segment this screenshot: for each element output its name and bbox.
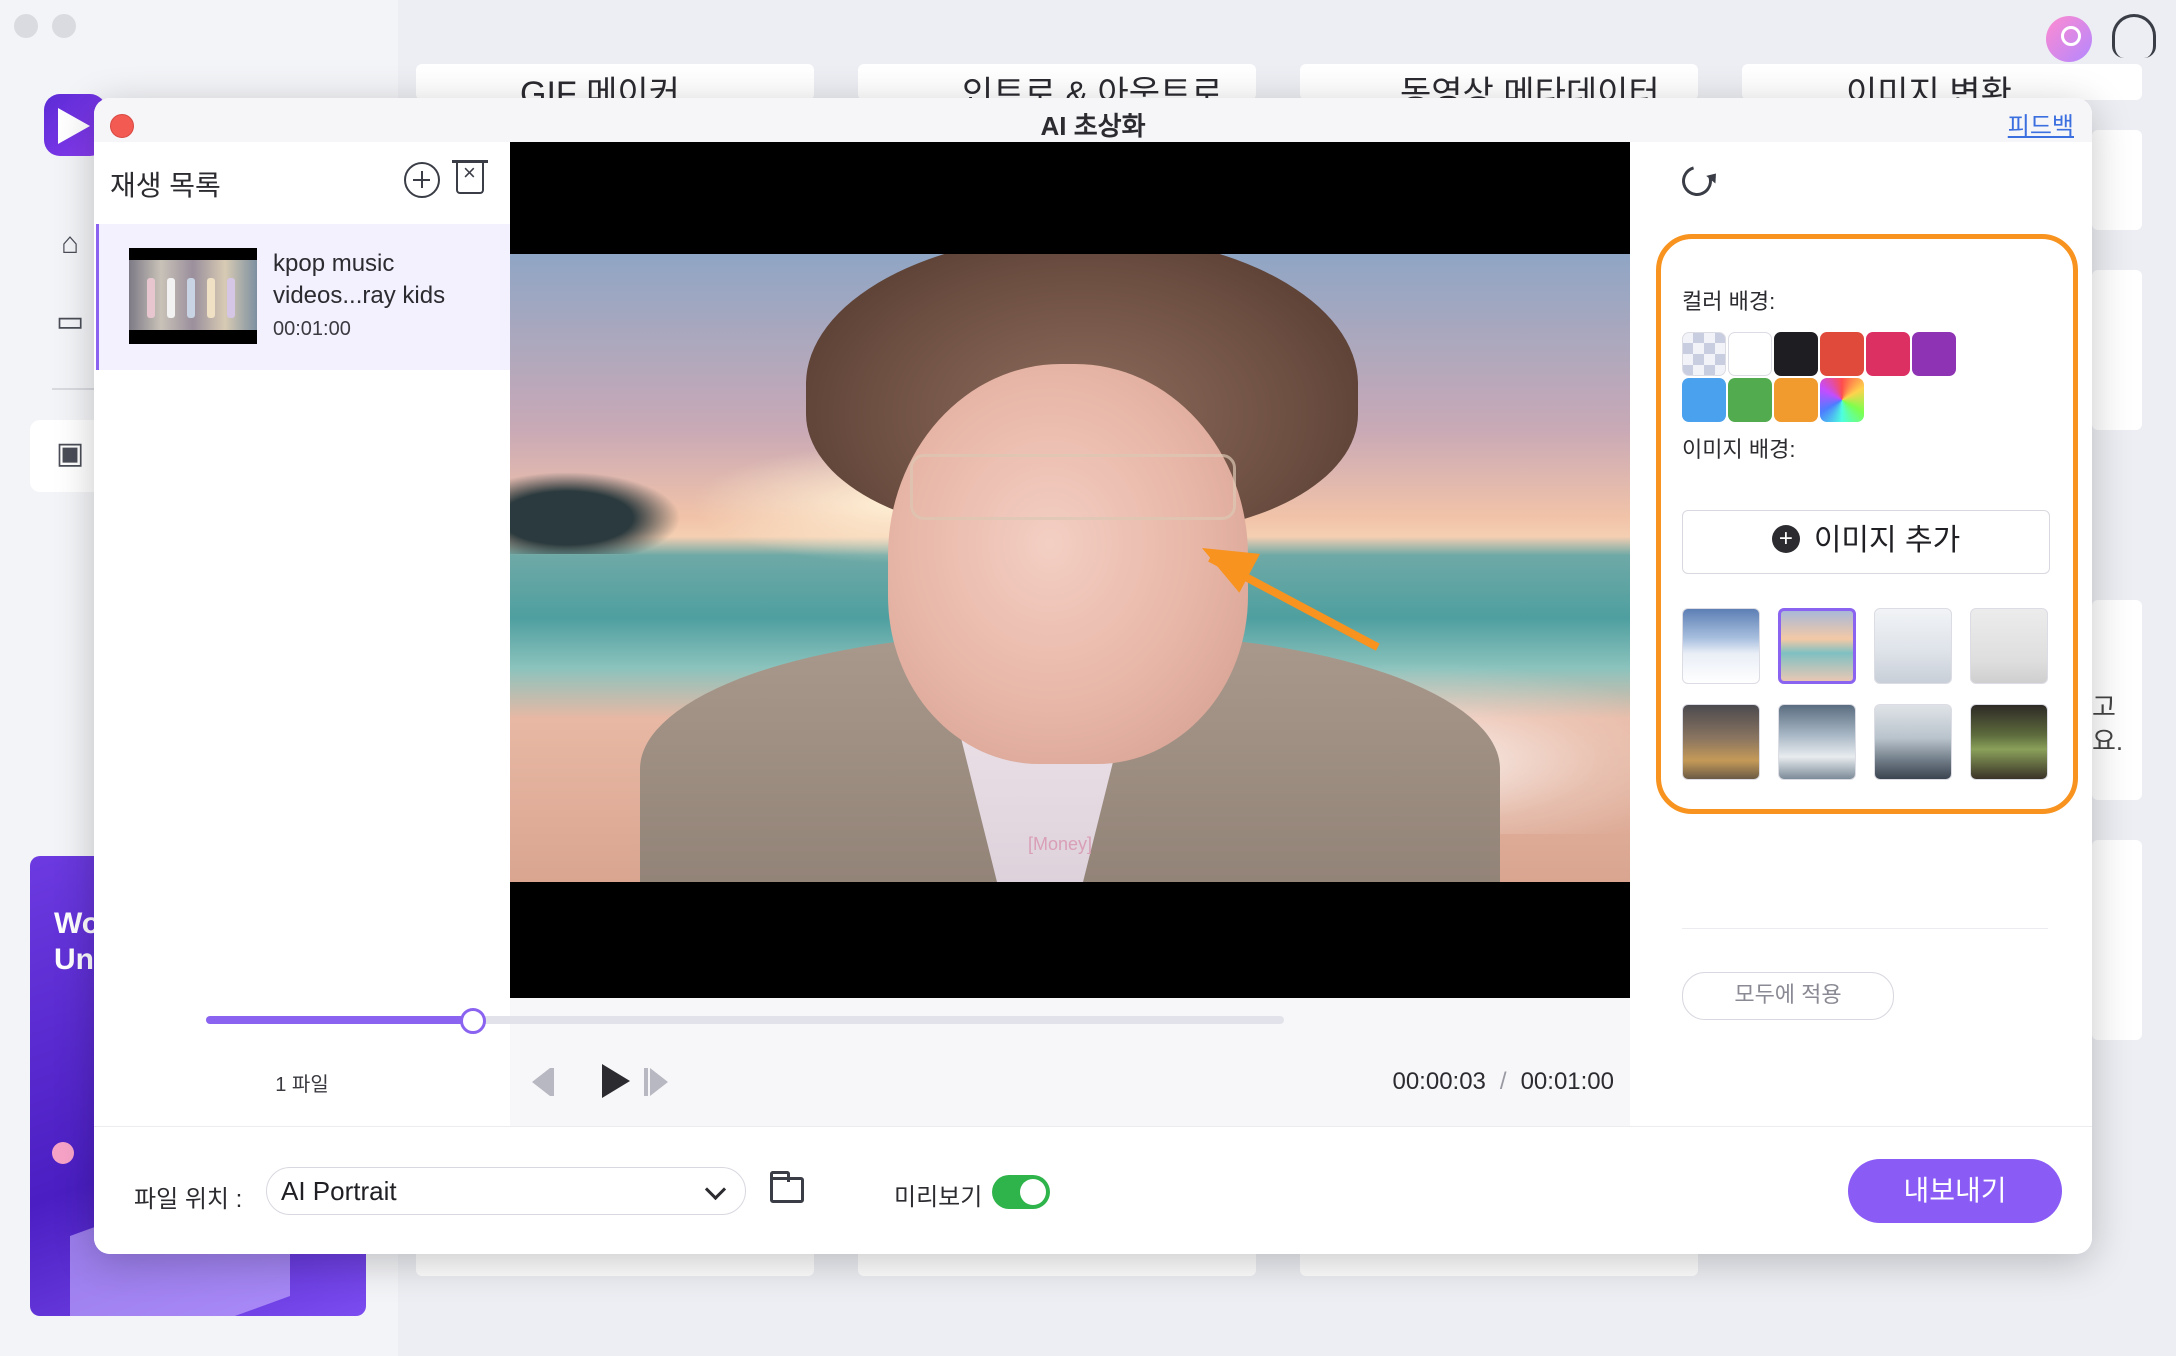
total-time: 00:01:00 [1520, 1068, 1614, 1095]
bg-card-right [2092, 130, 2142, 230]
play-icon[interactable] [602, 1064, 630, 1098]
support-headset-icon[interactable] [2112, 14, 2156, 58]
previous-frame-icon[interactable] [532, 1068, 554, 1096]
color-swatch[interactable] [1682, 332, 1726, 376]
file-count: 1 파일 [275, 1074, 329, 1096]
current-time: 00:00:03 [1392, 1068, 1486, 1095]
preview-toggle[interactable] [992, 1175, 1050, 1209]
background-thumbnail-snow-mountain[interactable] [1682, 608, 1760, 684]
add-image-button[interactable]: + 이미지 추가 [1682, 510, 2050, 574]
feedback-link[interactable]: 피드백 [2008, 106, 2074, 141]
ai-portrait-dialog: AI 초상화 피드백 재생 목록 kpop music videos...ray… [94, 98, 2092, 1254]
add-file-icon[interactable] [404, 162, 440, 198]
video-thumbnail [129, 248, 257, 344]
file-location-label: 파일 위치 : [134, 1186, 243, 1213]
video-subtitle: [Money] [1028, 834, 1093, 854]
color-swatch[interactable] [1866, 332, 1910, 376]
promo-dot [52, 1142, 74, 1164]
background-thumbnail-wall-plant[interactable] [1970, 608, 2048, 684]
panel-divider [1682, 928, 2048, 929]
time-display: 00:00:03 / 00:01:00 [1392, 1068, 1614, 1096]
bg-card-text: 고 요. [2092, 692, 2124, 756]
bottom-bar: 파일 위치 : AI Portrait 미리보기 내보내기 [94, 1126, 2092, 1254]
add-circle-icon: + [1771, 525, 1800, 554]
image-background-label: 이미지 배경: [1682, 437, 1796, 462]
folder-nav-icon[interactable]: ▭ [52, 304, 88, 340]
portrait-frame: [Money] [510, 254, 1630, 882]
color-swatch[interactable] [1820, 378, 1864, 422]
color-swatch[interactable] [1728, 378, 1772, 422]
next-frame-icon[interactable] [644, 1068, 668, 1096]
window-minimize-dot[interactable] [52, 14, 76, 38]
file-location-select[interactable]: AI Portrait [266, 1167, 746, 1215]
background-thumbnail-white-room[interactable] [1874, 608, 1952, 684]
dialog-title: AI 초상화 [1040, 111, 1146, 141]
time-separator: / [1499, 1068, 1507, 1095]
background-thumbnail-office-desk[interactable] [1874, 704, 1952, 780]
color-swatch[interactable] [1774, 378, 1818, 422]
color-swatch[interactable] [1774, 332, 1818, 376]
home-icon[interactable]: ⌂ [52, 226, 88, 262]
seek-handle[interactable] [460, 1008, 487, 1034]
seek-progress [206, 1016, 471, 1024]
apply-to-all-button[interactable]: 모두에 적용 [1682, 972, 1894, 1020]
playlist-panel: 재생 목록 kpop music videos...ray kids 00:01… [94, 142, 511, 1126]
playlist-title: 재생 목록 [110, 170, 221, 201]
window-close-dot[interactable] [14, 14, 38, 38]
color-swatch[interactable] [1682, 378, 1726, 422]
delete-file-icon[interactable] [452, 160, 488, 194]
video-duration: 00:01:00 [273, 318, 351, 340]
bg-card-right [2092, 270, 2142, 430]
reset-icon[interactable] [1676, 160, 1718, 202]
color-background-label: 컬러 배경: [1682, 289, 1776, 314]
seek-bar[interactable] [206, 1008, 1284, 1034]
toolbox-icon: ▣ [55, 437, 85, 470]
user-avatar-icon[interactable] [2046, 16, 2092, 62]
chevron-down-icon [704, 1178, 727, 1201]
background-thumbnail-bookshelf[interactable] [1970, 704, 2048, 780]
open-folder-icon[interactable] [770, 1171, 804, 1203]
bg-card-right [2092, 840, 2142, 1040]
preview-label: 미리보기 [894, 1184, 983, 1211]
bg-card-title: 인트로 & 아웃트로 [962, 75, 1223, 100]
video-preview[interactable]: [Money] [510, 142, 1630, 998]
background-thumbnail-meeting-room[interactable] [1778, 704, 1856, 780]
background-thumbnail-beach-sunset[interactable] [1778, 608, 1856, 684]
export-button[interactable]: 내보내기 [1848, 1159, 2062, 1223]
person-glasses [910, 454, 1236, 520]
color-swatch[interactable] [1820, 332, 1864, 376]
background-thumbnail-office-lobby[interactable] [1682, 704, 1760, 780]
color-swatch[interactable] [1728, 332, 1772, 376]
color-swatch[interactable] [1912, 332, 1956, 376]
video-name: kpop music videos...ray kids [273, 250, 446, 309]
playlist-item[interactable]: kpop music videos...ray kids 00:01:00 [96, 224, 510, 370]
background-panel: 컬러 배경: 이미지 배경: + 이미지 추가 모두에 적용 [1630, 142, 2092, 1126]
palm-trees [510, 464, 700, 554]
bg-card-title: GIF 메이커 [520, 75, 680, 100]
bg-card-title: 이미지 변환 [1846, 75, 2012, 100]
dialog-titlebar: AI 초상화 피드백 [94, 98, 2092, 143]
bg-card-title: 동영상 메타데이터... [1400, 75, 1689, 100]
